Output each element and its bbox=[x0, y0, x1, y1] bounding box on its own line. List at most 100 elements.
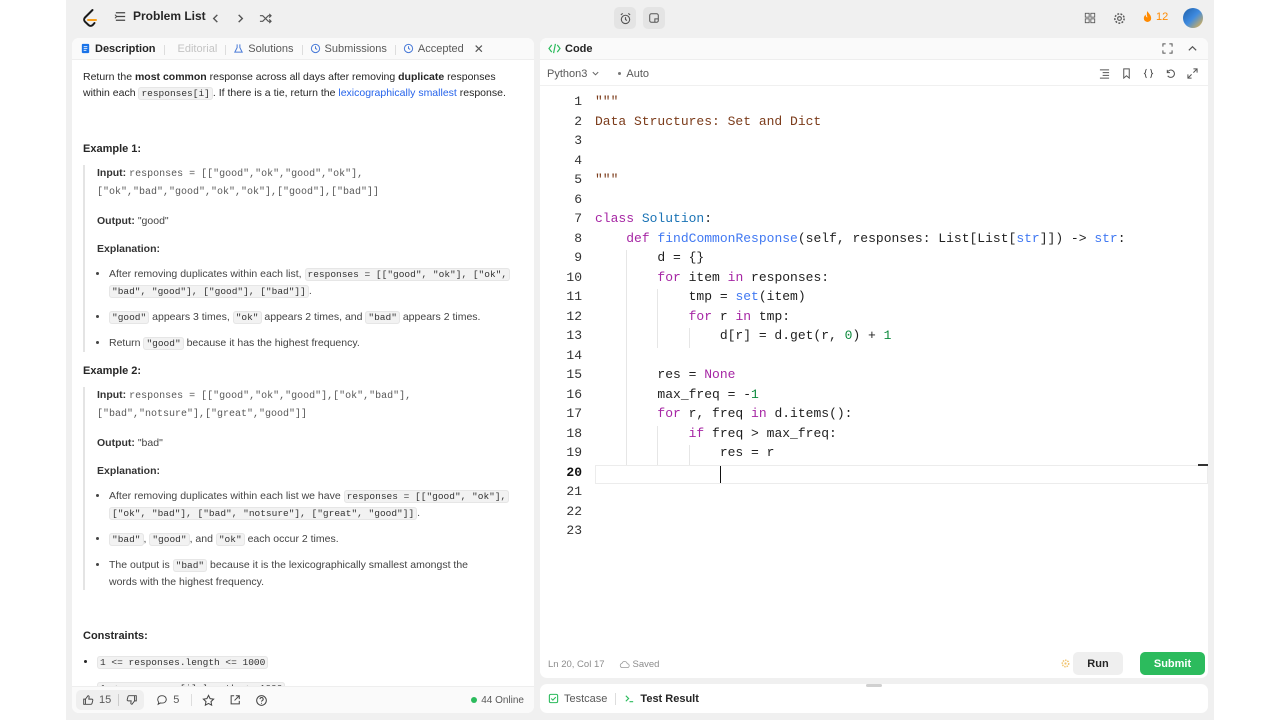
tab-description[interactable]: Description bbox=[72, 43, 165, 55]
code-line[interactable]: 7 class Solution: bbox=[540, 211, 1208, 231]
share-icon[interactable] bbox=[229, 694, 241, 706]
settings-button[interactable] bbox=[1110, 9, 1128, 27]
code-line[interactable]: 17 for r, freq in d.items(): bbox=[540, 406, 1208, 426]
code-line[interactable]: 16 max_freq = -1 bbox=[540, 387, 1208, 407]
mode-label: Auto bbox=[626, 67, 650, 80]
tab-accepted[interactable]: Accepted ✕ bbox=[395, 42, 492, 56]
code-line[interactable]: 18 if freq > max_freq: bbox=[540, 426, 1208, 446]
line-number: 18 bbox=[566, 425, 582, 441]
line-content: res = None bbox=[595, 367, 736, 382]
alarm-clock-icon bbox=[620, 12, 630, 24]
code-line[interactable]: 19 res = r bbox=[540, 445, 1208, 465]
tab-solutions[interactable]: Solutions bbox=[225, 43, 303, 55]
code-line[interactable]: 21 bbox=[540, 484, 1208, 504]
line-number: 16 bbox=[566, 386, 582, 402]
tab-submissions[interactable]: Submissions bbox=[302, 43, 396, 55]
fullscreen-icon[interactable] bbox=[1162, 43, 1173, 54]
prev-problem-button[interactable] bbox=[206, 9, 224, 27]
gear-warning-icon[interactable] bbox=[1060, 658, 1071, 669]
problem-description: Return the most common response across a… bbox=[83, 69, 523, 697]
code-line[interactable]: 14 bbox=[540, 348, 1208, 368]
line-content: def findCommonResponse(self, responses: … bbox=[626, 230, 1126, 246]
line-number: 17 bbox=[566, 406, 582, 421]
lexicographic-link[interactable]: lexicographically smallest bbox=[338, 87, 456, 99]
line-number: 5 bbox=[574, 172, 582, 187]
layout-button[interactable] bbox=[1081, 9, 1099, 27]
example-1-input: Input: responses = [["good","ok","good",… bbox=[97, 167, 380, 198]
scrollbar-marker[interactable] bbox=[1198, 463, 1208, 466]
tab-testcase[interactable]: Testcase bbox=[548, 693, 607, 705]
chevron-down-icon bbox=[592, 71, 599, 76]
line-number: 12 bbox=[566, 308, 582, 324]
gear-icon bbox=[1113, 12, 1125, 24]
braces-icon[interactable] bbox=[1143, 68, 1154, 79]
code-line[interactable]: 12 for r in tmp: bbox=[540, 309, 1208, 329]
example-2-explanation-label: Explanation: bbox=[97, 465, 161, 477]
code-line[interactable]: 9 d = {} bbox=[540, 250, 1208, 270]
list-item: "good" appears 3 times, "ok" appears 2 t… bbox=[109, 309, 523, 326]
constraints-title: Constraints: bbox=[83, 630, 148, 642]
language-select[interactable]: Python3 bbox=[547, 68, 600, 80]
bookmark-icon[interactable] bbox=[1121, 68, 1132, 79]
close-tab-icon[interactable]: ✕ bbox=[474, 42, 484, 56]
online-count: 44 Online bbox=[471, 695, 524, 706]
code-line[interactable]: 20 bbox=[540, 465, 1208, 485]
run-button[interactable]: Run bbox=[1073, 652, 1123, 675]
line-number: 22 bbox=[566, 503, 582, 519]
code-line[interactable]: 13 d[r] = d.get(r, 0) + 1 bbox=[540, 328, 1208, 348]
description-tabs: Description Editorial Solutions Submissi… bbox=[72, 38, 534, 60]
help-icon[interactable] bbox=[255, 694, 268, 707]
line-number: 20 bbox=[566, 464, 582, 480]
list-item: 1 <= responses.length <= 1000 bbox=[97, 654, 523, 671]
tab-accepted-label: Accepted bbox=[417, 42, 464, 55]
chevron-up-icon[interactable] bbox=[1187, 43, 1198, 54]
tab-test-result[interactable]: Test Result bbox=[624, 693, 699, 705]
random-problem-button[interactable] bbox=[256, 9, 274, 27]
code-editor[interactable]: 1 """ 2 Data Structures: Set and Dict 3 4 5 """… bbox=[540, 88, 1208, 648]
line-number: 8 bbox=[574, 230, 582, 246]
format-icon[interactable] bbox=[1099, 68, 1110, 79]
reset-icon[interactable] bbox=[1165, 68, 1176, 79]
submit-button[interactable]: Submit bbox=[1140, 652, 1205, 675]
problem-list-button[interactable]: Problem List bbox=[114, 9, 206, 23]
code-line[interactable]: 10 for item in responses: bbox=[540, 270, 1208, 290]
code-line[interactable]: 6 bbox=[540, 192, 1208, 212]
chevron-left-icon bbox=[212, 13, 218, 23]
notes-button[interactable] bbox=[643, 7, 665, 29]
thumbs-down-icon[interactable] bbox=[126, 694, 138, 706]
tab-editorial[interactable]: Editorial bbox=[164, 42, 227, 55]
code-line[interactable]: 15 res = None bbox=[540, 367, 1208, 387]
code-line[interactable]: 8 def findCommonResponse(self, responses… bbox=[540, 231, 1208, 251]
code-line[interactable]: 3 bbox=[540, 133, 1208, 153]
leetcode-logo-icon[interactable] bbox=[80, 8, 100, 28]
example-1-output: Output: "good" bbox=[97, 215, 169, 227]
tab-editorial-label: Editorial bbox=[177, 42, 218, 55]
code-line[interactable]: 23 bbox=[540, 523, 1208, 543]
example-1-title: Example 1: bbox=[83, 143, 142, 155]
fire-icon bbox=[1143, 11, 1152, 22]
code-line[interactable]: 5 """ bbox=[540, 172, 1208, 192]
code-tabs: Code bbox=[540, 38, 1208, 60]
comments-button[interactable]: 5 bbox=[156, 694, 179, 706]
expand-icon[interactable] bbox=[1187, 68, 1198, 79]
likes-count: 15 bbox=[99, 694, 112, 706]
tab-code[interactable]: Code bbox=[540, 43, 601, 55]
code-line[interactable]: 11 tmp = set(item) bbox=[540, 289, 1208, 309]
code-line[interactable]: 4 bbox=[540, 153, 1208, 173]
code-line[interactable]: 22 bbox=[540, 504, 1208, 524]
code-line[interactable]: 2 Data Structures: Set and Dict bbox=[540, 114, 1208, 134]
tab-code-label: Code bbox=[565, 42, 593, 55]
thumbs-up-icon[interactable] bbox=[82, 694, 94, 706]
code-line[interactable]: 1 """ bbox=[540, 94, 1208, 114]
example-2-input: Input: responses = [["good","ok","good"]… bbox=[97, 389, 412, 420]
star-icon[interactable] bbox=[202, 693, 216, 707]
next-problem-button[interactable] bbox=[231, 9, 249, 27]
user-avatar[interactable] bbox=[1183, 8, 1203, 28]
auto-mode-toggle[interactable]: Auto bbox=[618, 68, 649, 80]
comments-count: 5 bbox=[173, 694, 180, 706]
list-item: "bad", "good", and "ok" each occur 2 tim… bbox=[109, 531, 523, 548]
example-2-title: Example 2: bbox=[83, 365, 142, 377]
timer-button[interactable] bbox=[614, 7, 636, 29]
resize-handle[interactable] bbox=[866, 684, 882, 687]
streak-counter[interactable]: 12 bbox=[1142, 10, 1168, 23]
